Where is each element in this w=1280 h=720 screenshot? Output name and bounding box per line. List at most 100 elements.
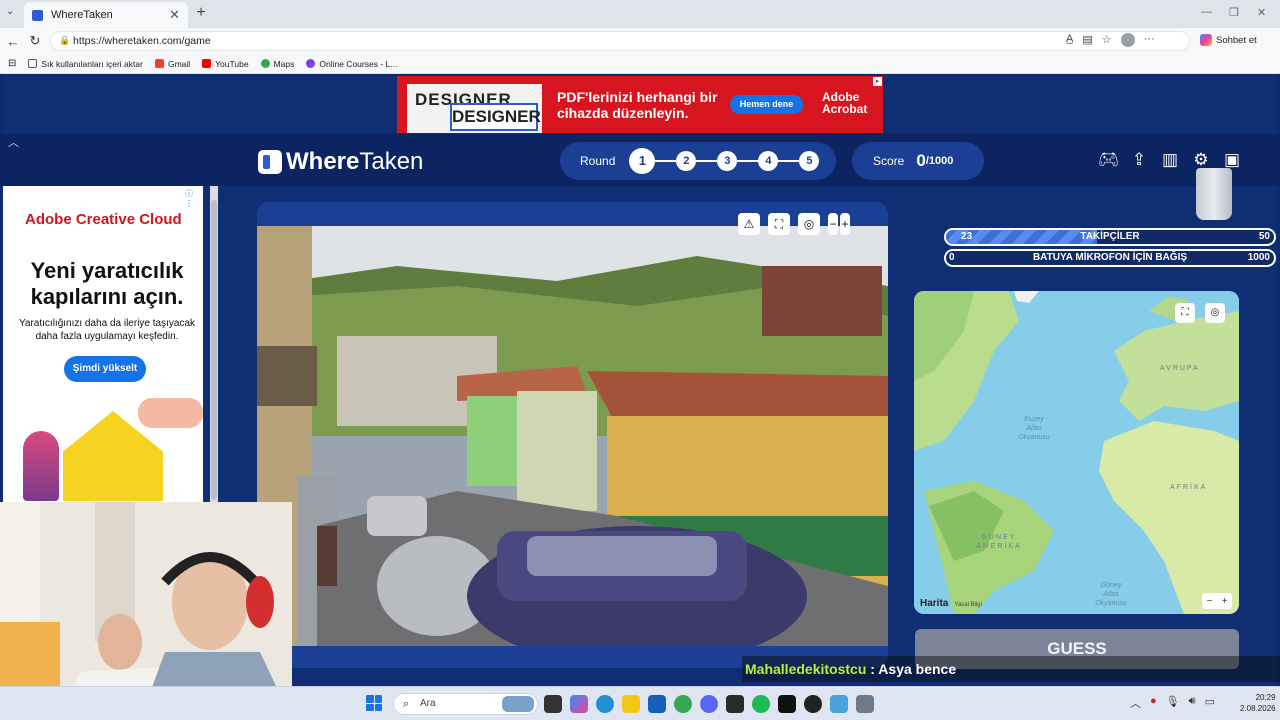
- taskbar-apps: [544, 695, 874, 713]
- map-label-line: Okyanusu: [1095, 600, 1127, 607]
- map-zoom-out-button[interactable]: −: [1207, 596, 1213, 607]
- taskbar-search[interactable]: ⌕ Ara: [393, 693, 538, 715]
- map-label-line: Kuzey: [1024, 416, 1044, 423]
- bookmark-online-courses[interactable]: Online Courses - L...: [306, 59, 397, 69]
- reader-icon[interactable]: ▤: [1082, 33, 1092, 47]
- map-attribution[interactable]: Harita Yasal Bilgi: [920, 598, 982, 609]
- map-legal-link[interactable]: Yasal Bilgi: [954, 602, 982, 608]
- spotify-icon[interactable]: [752, 695, 770, 713]
- reload-icon[interactable]: ↻: [24, 33, 46, 49]
- discord-icon[interactable]: [700, 695, 718, 713]
- bookmark-import[interactable]: Sık kullanılanları içeri aktar: [28, 59, 143, 69]
- system-tray: ︿ ● 🎙︎ 🔊︎ ▭: [1130, 695, 1215, 711]
- file-explorer-icon[interactable]: [622, 695, 640, 713]
- app-icon[interactable]: [778, 695, 796, 713]
- map-label-europe: AVRUPA: [1160, 365, 1200, 372]
- left-side-ad[interactable]: ⓘ ⋮ Adobe Creative Cloud Yeni yaratıcılı…: [3, 186, 203, 502]
- share-icon[interactable]: ⇪: [1129, 150, 1149, 170]
- map-label-africa: AFRİKA: [1170, 484, 1208, 491]
- translate-icon[interactable]: A̲: [1066, 33, 1073, 47]
- ad-choices-icon[interactable]: ▸: [873, 77, 882, 86]
- focus-icon[interactable]: ◎: [798, 213, 820, 235]
- map-recenter-icon[interactable]: ◎: [1205, 303, 1225, 323]
- collapse-chevron-icon[interactable]: ︿: [8, 134, 19, 150]
- task-view-icon[interactable]: [544, 695, 562, 713]
- url-input[interactable]: 🔒 https://wheretaken.com/game: [50, 31, 1190, 51]
- window-close-button[interactable]: ✕: [1257, 6, 1266, 19]
- import-icon: [28, 59, 38, 68]
- ad-hand-illustration: [138, 398, 203, 428]
- round-tracker: Round 1 2 3 4 5: [560, 142, 836, 180]
- site-info-icon[interactable]: 🔒: [59, 35, 70, 46]
- chrome-icon[interactable]: [674, 695, 692, 713]
- bookmark-label: Online Courses - L...: [319, 58, 398, 69]
- logo-wordmark: WhereTaken: [286, 148, 423, 176]
- stats-icon[interactable]: ▥: [1160, 150, 1180, 170]
- profile-avatar-icon[interactable]: [1120, 33, 1135, 47]
- minimize-button[interactable]: —: [1201, 6, 1212, 18]
- map-label-north-atlantic: Kuzey Atlas Okyanusu: [1011, 415, 1057, 442]
- score-display: Score 0 /1000: [852, 142, 984, 180]
- photo-toolbar: ⚠ ⛶ ◎ − +: [738, 213, 850, 235]
- ad-cta-button[interactable]: Şimdi yükselt: [64, 356, 146, 382]
- start-button-icon[interactable]: [366, 695, 382, 711]
- report-warning-icon[interactable]: ⚠: [738, 213, 760, 235]
- top-banner-ad[interactable]: DESIGNER DESIGNER PDF'lerinizi herhangi …: [397, 76, 883, 133]
- logo-mark-icon: [258, 150, 282, 174]
- browser-tab-bar: ⌄ WhereTaken ✕ + — ❐ ✕: [0, 0, 1280, 28]
- tab-list-chevron-icon[interactable]: ⌄: [6, 6, 14, 17]
- bookmark-gmail[interactable]: Gmail: [154, 59, 190, 69]
- map-fullscreen-icon[interactable]: ⛶: [1175, 303, 1195, 323]
- ad-scrollbar[interactable]: [210, 186, 218, 502]
- address-actions: A̲ ▤ ☆ ···: [1066, 33, 1155, 47]
- zoom-out-button[interactable]: −: [828, 213, 838, 235]
- browser-tab[interactable]: WhereTaken ✕: [24, 2, 188, 28]
- gamepad-icon[interactable]: 🎮︎: [1098, 150, 1120, 170]
- obs-icon[interactable]: [804, 695, 822, 713]
- more-menu-icon[interactable]: ···: [1144, 33, 1155, 47]
- app-icon[interactable]: [830, 695, 848, 713]
- followers-goal: 50: [1258, 231, 1270, 242]
- profile-icon[interactable]: ▣: [1222, 150, 1242, 170]
- zoom-in-button[interactable]: +: [840, 213, 850, 235]
- taskbar-clock[interactable]: 20:29 2.08.2026: [1240, 692, 1276, 714]
- map-label-line: Okyanusu: [1018, 434, 1050, 441]
- app-icon[interactable]: [726, 695, 744, 713]
- ad-cta-button[interactable]: Hemen dene: [730, 95, 803, 114]
- wheretaken-logo[interactable]: WhereTaken: [258, 148, 423, 176]
- favorite-star-icon[interactable]: ☆: [1102, 33, 1112, 47]
- map-zoom-in-button[interactable]: +: [1222, 596, 1228, 607]
- tray-chevron-icon[interactable]: ︿: [1130, 695, 1141, 711]
- maps-icon: [260, 59, 270, 68]
- new-tab-button[interactable]: +: [192, 4, 210, 22]
- clock-date: 2.08.2026: [1240, 704, 1276, 713]
- fullscreen-icon[interactable]: ⛶: [768, 213, 790, 235]
- app-icon[interactable]: [856, 695, 874, 713]
- edge-icon[interactable]: [596, 695, 614, 713]
- map-label-line: Güney: [1100, 582, 1122, 589]
- microphone-icon[interactable]: 🎙︎: [1166, 695, 1180, 711]
- restore-button[interactable]: ❐: [1229, 6, 1239, 19]
- copilot-button[interactable]: Sohbet et: [1200, 34, 1257, 46]
- ad-headline: Yeni yaratıcılık kapılarını açın.: [30, 258, 184, 309]
- store-icon[interactable]: [648, 695, 666, 713]
- bookmark-youtube[interactable]: YouTube: [202, 59, 249, 69]
- network-icon[interactable]: ▭: [1205, 695, 1215, 711]
- tab-close-icon[interactable]: ✕: [169, 7, 180, 23]
- settings-icon[interactable]: ⚙: [1191, 150, 1211, 170]
- tray-app-icon[interactable]: ●: [1150, 695, 1157, 711]
- volume-icon[interactable]: 🔊︎: [1189, 695, 1196, 711]
- round-3-indicator: 3: [717, 151, 738, 171]
- location-photo[interactable]: [257, 226, 888, 646]
- map-label-line: Atlas: [1103, 591, 1119, 598]
- stream-cup-overlay-image: [1196, 168, 1232, 220]
- bookmark-maps[interactable]: Maps: [260, 59, 294, 69]
- copilot-app-icon[interactable]: [570, 695, 588, 713]
- ad-info-icon[interactable]: ⓘ ⋮: [185, 188, 203, 208]
- map-label-line: AMERİKA: [976, 543, 1022, 550]
- collections-icon[interactable]: ⊟: [8, 58, 16, 69]
- back-icon[interactable]: ←: [2, 34, 24, 49]
- score-label: Score: [873, 154, 905, 168]
- guess-map[interactable]: AVRUPA AFRİKA GÜNEY AMERİKA Kuzey Atlas Oky…: [914, 291, 1239, 614]
- score-max: /1000: [925, 155, 954, 167]
